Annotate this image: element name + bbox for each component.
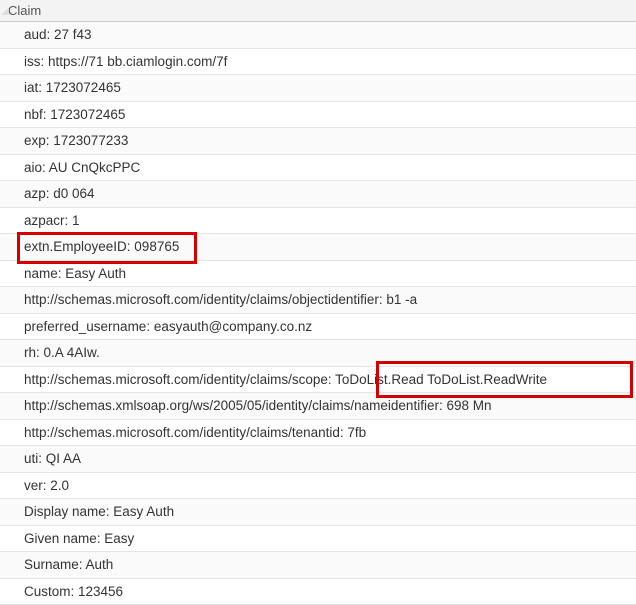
claim-text: iss: https://71 bb.ciamlogin.com/7f	[24, 54, 227, 69]
claim-text: azpacr: 1	[24, 213, 80, 228]
claim-row[interactable]: Surname: Auth	[0, 552, 636, 579]
claim-text: aio: AU CnQkcPPC	[24, 160, 140, 175]
claim-row[interactable]: Given name: Easy	[0, 526, 636, 553]
claim-row[interactable]: http://schemas.microsoft.com/identity/cl…	[0, 420, 636, 447]
claim-row[interactable]: ver: 2.0	[0, 473, 636, 500]
claim-row[interactable]: http://schemas.xmlsoap.org/ws/2005/05/id…	[0, 393, 636, 420]
claim-row[interactable]: iss: https://71 bb.ciamlogin.com/7f	[0, 49, 636, 76]
claim-text: exp: 1723077233	[24, 133, 128, 148]
claim-row[interactable]: uti: QI AA	[0, 446, 636, 473]
claim-row[interactable]: preferred_username: easyauth@company.co.…	[0, 314, 636, 341]
claim-text: extn.EmployeeID: 098765	[24, 239, 179, 254]
claim-row[interactable]: http://schemas.microsoft.com/identity/cl…	[0, 367, 636, 394]
claim-row[interactable]: aud: 27 f43	[0, 22, 636, 49]
claim-row[interactable]: rh: 0.A 4AIw.	[0, 340, 636, 367]
claim-text: rh: 0.A 4AIw.	[24, 345, 100, 360]
claim-row[interactable]: extn.EmployeeID: 098765	[0, 234, 636, 261]
claim-row[interactable]: exp: 1723077233	[0, 128, 636, 155]
claim-text: preferred_username: easyauth@company.co.…	[24, 319, 312, 334]
column-header[interactable]: Claim	[0, 0, 636, 22]
claims-table: Claim aud: 27 f43 iss: https://71 bb.ciam…	[0, 0, 636, 605]
claim-row[interactable]: azpacr: 1	[0, 208, 636, 235]
claim-row[interactable]: aio: AU CnQkcPPC	[0, 155, 636, 182]
claim-text: http://schemas.microsoft.com/identity/cl…	[24, 372, 547, 387]
claim-text: name: Easy Auth	[24, 266, 126, 281]
claim-text: Surname: Auth	[24, 557, 113, 572]
claim-text: uti: QI AA	[24, 451, 81, 466]
claim-text: nbf: 1723072465	[24, 107, 125, 122]
claim-text: Given name: Easy	[24, 531, 134, 546]
claim-row[interactable]: iat: 1723072465	[0, 75, 636, 102]
claim-text: azp: d0 064	[24, 186, 95, 201]
claim-text: http://schemas.microsoft.com/identity/cl…	[24, 425, 366, 440]
claim-row[interactable]: Display name: Easy Auth	[0, 499, 636, 526]
header-label: Claim	[8, 3, 41, 18]
claim-text: http://schemas.microsoft.com/identity/cl…	[24, 292, 417, 307]
claim-text: http://schemas.xmlsoap.org/ws/2005/05/id…	[24, 398, 491, 413]
claim-row[interactable]: azp: d0 064	[0, 181, 636, 208]
claim-text: Custom: 123456	[24, 584, 123, 599]
claim-text: ver: 2.0	[24, 478, 69, 493]
claim-row[interactable]: http://schemas.microsoft.com/identity/cl…	[0, 287, 636, 314]
claim-row[interactable]: nbf: 1723072465	[0, 102, 636, 129]
triangle-corner	[1, 7, 9, 15]
claim-text: aud: 27 f43	[24, 27, 92, 42]
claim-text: iat: 1723072465	[24, 80, 121, 95]
claim-text: Display name: Easy Auth	[24, 504, 174, 519]
claim-row[interactable]: Custom: 123456	[0, 579, 636, 605]
claim-row[interactable]: name: Easy Auth	[0, 261, 636, 288]
